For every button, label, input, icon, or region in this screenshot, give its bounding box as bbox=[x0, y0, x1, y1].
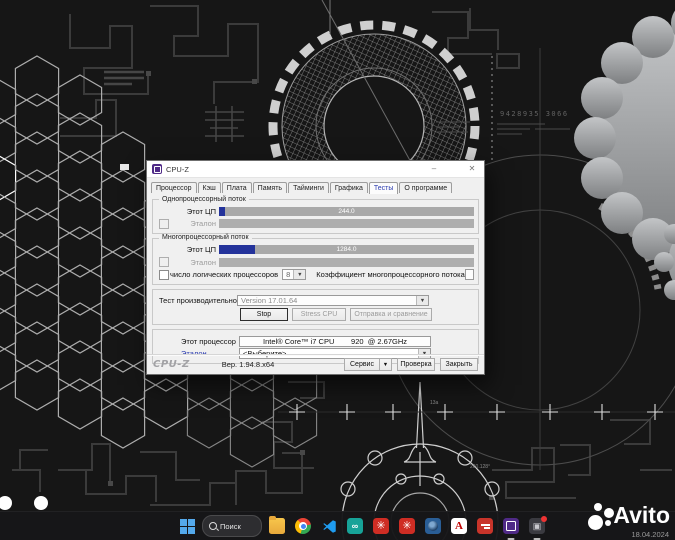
avito-watermark: Avito bbox=[587, 501, 670, 530]
version-text: Вер. 1.94.8.x64 bbox=[221, 360, 275, 369]
cpuz-app-icon bbox=[152, 164, 162, 174]
tab-cache[interactable]: Кэш bbox=[197, 182, 221, 193]
tab-bench[interactable]: Тесты bbox=[368, 182, 399, 194]
red-text-icon bbox=[477, 518, 493, 534]
group-title: Однопроцессорный поток bbox=[159, 195, 249, 204]
this-cpu-label: Этот ЦП bbox=[186, 245, 216, 254]
taskbar-red-app-1[interactable]: ✳ bbox=[370, 515, 392, 537]
tab-mainboard[interactable]: Плата bbox=[221, 182, 252, 193]
this-processor-label: Этот процессор bbox=[181, 336, 236, 346]
chevron-down-icon: ▼ bbox=[293, 270, 306, 279]
dome-spike-label: 13a bbox=[430, 400, 439, 406]
dome-angle-label: 260.128° bbox=[470, 464, 490, 470]
asterisk-icon: ✳ bbox=[399, 518, 415, 534]
search-input[interactable]: Поиск bbox=[202, 515, 262, 537]
windows-logo-icon bbox=[179, 518, 195, 534]
single-thread-score: 244.0 bbox=[338, 207, 355, 215]
asterisk-icon: ✳ bbox=[373, 518, 389, 534]
minimize-button[interactable]: – bbox=[427, 162, 441, 176]
search-label: Поиск bbox=[220, 521, 241, 531]
bench-group: Тест производительности Version 17.01.64… bbox=[152, 288, 479, 325]
stress-cpu-button[interactable]: Stress CPU bbox=[292, 307, 346, 321]
ratio-label: Коэффициент многопроцессорного потока bbox=[316, 270, 465, 279]
start-button[interactable] bbox=[176, 515, 198, 537]
reference-bar bbox=[219, 257, 474, 267]
threads-label: число логических процессоров bbox=[170, 270, 279, 279]
cpuz-logo: CPU-Z bbox=[153, 359, 190, 370]
reference-bar bbox=[219, 219, 474, 228]
avatar-icon bbox=[425, 518, 441, 534]
infinity-icon: ∞ bbox=[347, 518, 363, 534]
letter-a-icon: A bbox=[451, 518, 467, 534]
window-title: CPU-Z bbox=[166, 164, 189, 174]
reference-checkbox[interactable] bbox=[159, 218, 169, 229]
multi-thread-score-bar: 1284.0 bbox=[219, 245, 474, 254]
threads-select[interactable]: 8 ▼ bbox=[282, 269, 307, 280]
tab-strip: Процессор Кэш Плата Память Тайминги Граф… bbox=[147, 178, 484, 194]
taskbar-camtasia[interactable]: ∞ bbox=[344, 515, 366, 537]
desktop: 9428935 3066 13a 260.128° CPU-Z – ✕ Проц… bbox=[0, 0, 675, 540]
taskbar-cpuz[interactable] bbox=[500, 515, 522, 540]
ratio-field bbox=[464, 269, 474, 280]
taskbar-chrome[interactable] bbox=[292, 515, 314, 537]
chevron-down-icon[interactable]: ▼ bbox=[380, 358, 392, 371]
taskbar: Поиск ∞ ✳ ✳ A ▣ bbox=[0, 511, 675, 540]
tab-graphics[interactable]: Графика bbox=[329, 182, 368, 193]
taskbar-chat-app[interactable]: ▣ bbox=[526, 515, 548, 540]
close-button[interactable]: Закрыть bbox=[440, 358, 478, 371]
chat-badge-icon: ▣ bbox=[529, 516, 547, 534]
cpu-name-field: Intel® Core™ i7 CPU 920 @ 2.67GHz bbox=[239, 335, 431, 347]
threads-checkbox[interactable] bbox=[159, 269, 169, 280]
tab-about[interactable]: О программе bbox=[399, 182, 453, 193]
multi-thread-score: 1284.0 bbox=[336, 246, 357, 253]
group-title: Многопроцессорный поток bbox=[159, 234, 252, 242]
search-icon bbox=[209, 522, 217, 530]
multi-thread-group: Многопроцессорный поток Этот ЦП 1284.0 Э… bbox=[152, 234, 479, 285]
taskbar-file-explorer[interactable] bbox=[266, 515, 288, 537]
taskbar-red-app-2[interactable]: ✳ bbox=[396, 515, 418, 537]
this-cpu-label: Этот ЦП bbox=[186, 206, 216, 216]
taskbar-vscode[interactable] bbox=[318, 515, 340, 537]
window-footer: CPU-Z Вер. 1.94.8.x64 Сервис ▼ Проверка … bbox=[147, 354, 484, 374]
tab-processor[interactable]: Процессор bbox=[151, 182, 197, 193]
cpuz-icon bbox=[503, 518, 519, 534]
validate-button[interactable]: Проверка bbox=[397, 358, 435, 371]
close-icon[interactable]: ✕ bbox=[465, 162, 479, 176]
taskbar-red-text-app[interactable] bbox=[474, 515, 496, 537]
tab-spd[interactable]: Тайминги bbox=[288, 182, 329, 193]
single-thread-group: Однопроцессорный поток Этот ЦП 244.0 Эта… bbox=[152, 195, 479, 234]
folder-icon bbox=[269, 515, 285, 534]
taskbar-autocad[interactable]: A bbox=[448, 515, 470, 537]
chevron-down-icon: ▼ bbox=[416, 296, 428, 305]
tools-button[interactable]: Сервис bbox=[344, 358, 380, 371]
single-thread-score-bar: 244.0 bbox=[219, 206, 474, 216]
bench-version-label: Тест производительности bbox=[159, 296, 249, 305]
reference-checkbox[interactable] bbox=[159, 257, 169, 267]
cpuz-window: CPU-Z – ✕ Процессор Кэш Плата Память Тай… bbox=[146, 160, 485, 375]
tools-split-button[interactable]: Сервис ▼ bbox=[344, 358, 392, 371]
avito-brand-text: Avito bbox=[613, 501, 670, 528]
reference-label: Эталон bbox=[190, 257, 216, 267]
chrome-icon bbox=[295, 518, 311, 534]
tab-memory[interactable]: Память bbox=[252, 182, 288, 193]
reference-label: Эталон bbox=[190, 219, 216, 228]
stop-button[interactable]: Stop bbox=[240, 307, 288, 321]
vscode-icon bbox=[322, 519, 336, 533]
submit-compare-button[interactable]: Отправка и сравнение bbox=[350, 307, 432, 321]
watermark-date: 18.04.2024 bbox=[631, 530, 669, 539]
bench-version-select[interactable]: Version 17.01.64 ▼ bbox=[237, 295, 429, 306]
avito-logo-icon bbox=[587, 502, 615, 530]
titlebar[interactable]: CPU-Z – ✕ bbox=[147, 161, 484, 178]
wallpaper-part-number: 9428935 3066 bbox=[500, 110, 569, 118]
taskbar-blue-app[interactable] bbox=[422, 515, 444, 537]
